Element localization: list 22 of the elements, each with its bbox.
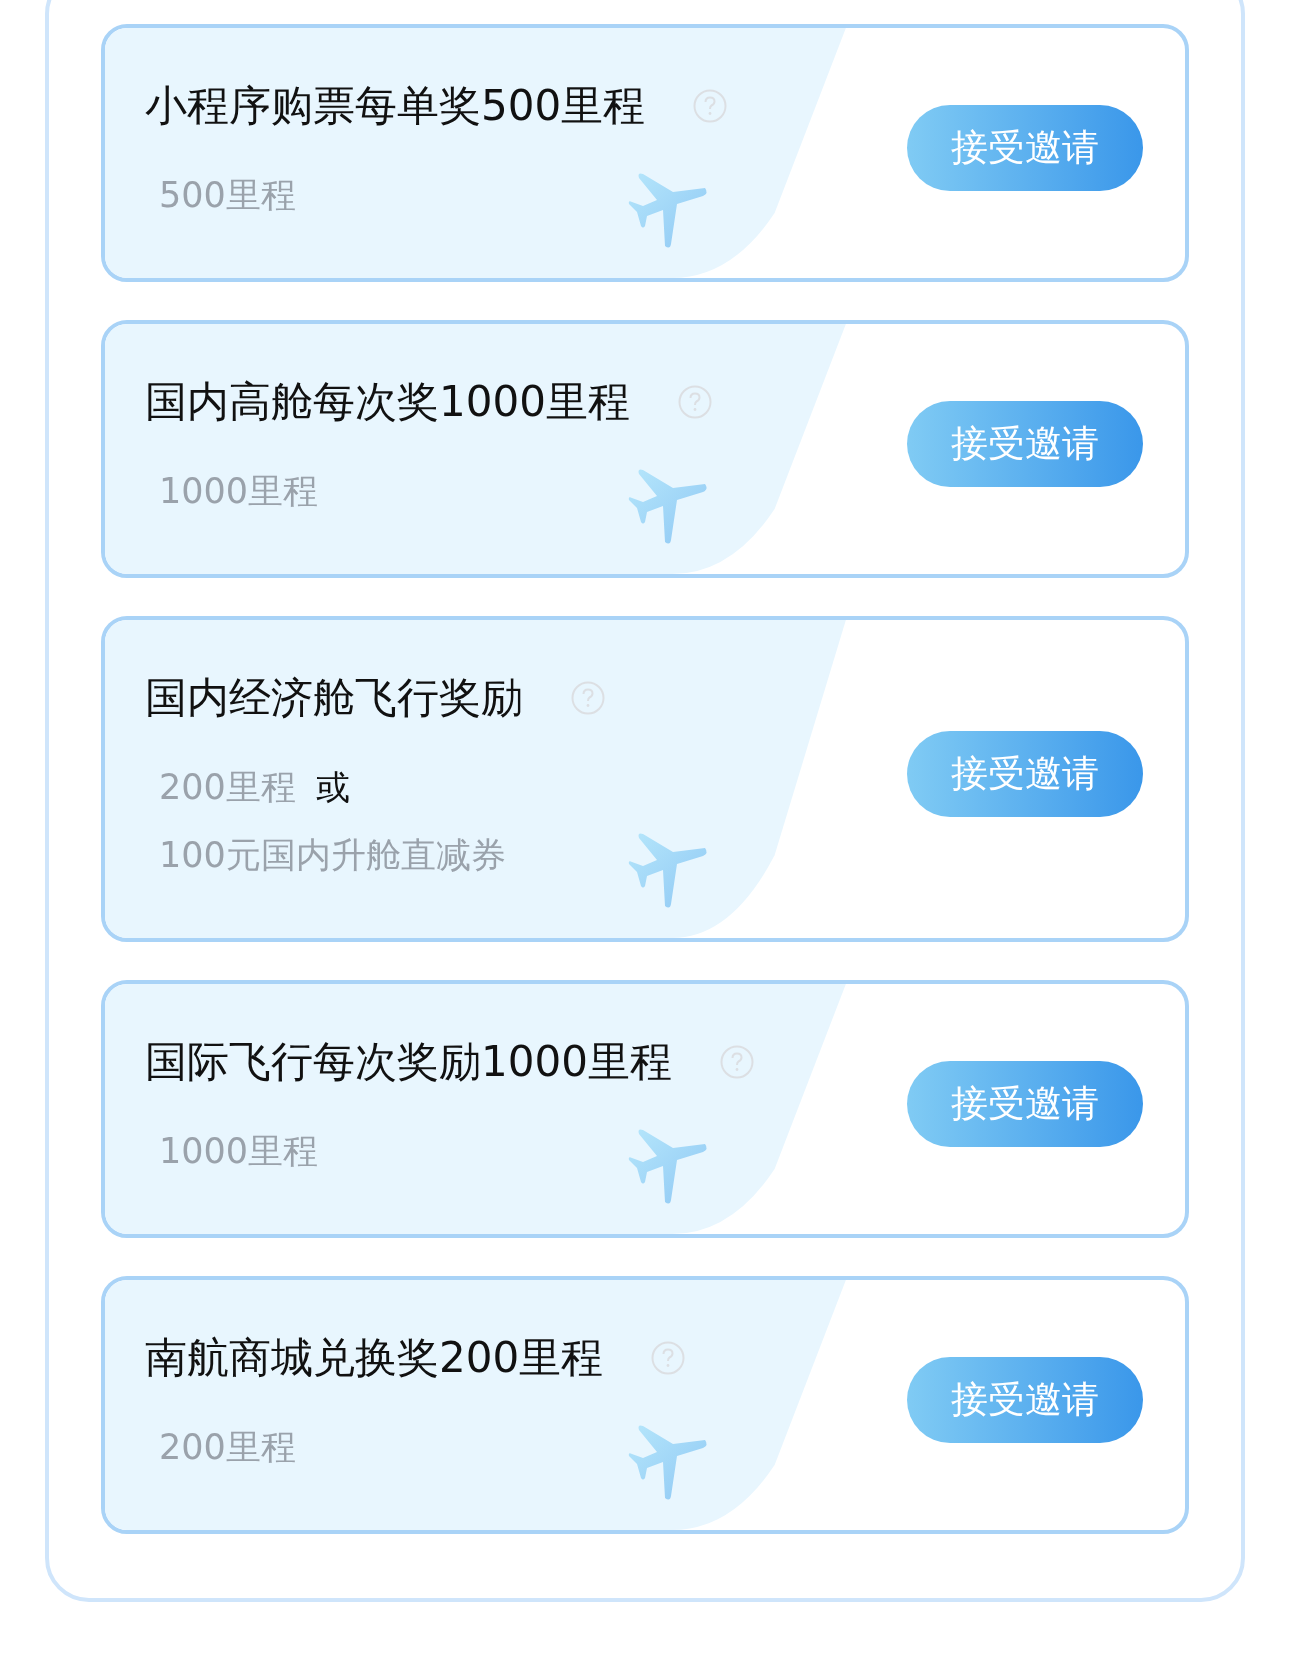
- or-text: 或: [315, 766, 350, 809]
- help-icon[interactable]: [693, 89, 728, 123]
- task-title: 国内经济舱飞行奖励: [145, 672, 523, 724]
- accept-invitation-button[interactable]: 接受邀请: [907, 401, 1143, 487]
- accept-invitation-button[interactable]: 接受邀请: [907, 731, 1143, 817]
- task-title: 国内高舱每次奖1000里程: [145, 376, 630, 428]
- task-title: 小程序购票每单奖500里程: [145, 80, 646, 132]
- help-icon[interactable]: [651, 1341, 686, 1375]
- reward-text: 500里程: [159, 174, 296, 217]
- reward-text: 100元国内升舱直减券: [159, 834, 506, 877]
- reward-text: 200里程: [159, 1426, 296, 1469]
- help-icon[interactable]: [719, 1045, 754, 1079]
- reward-text: 1000里程: [159, 1130, 319, 1173]
- task-title: 南航商城兑换奖200里程: [145, 1332, 604, 1384]
- help-icon[interactable]: [677, 385, 712, 419]
- accept-invitation-button[interactable]: 接受邀请: [907, 105, 1143, 191]
- accept-invitation-button[interactable]: 接受邀请: [907, 1357, 1143, 1443]
- reward-text: 200里程: [159, 766, 296, 809]
- help-icon[interactable]: [571, 681, 605, 715]
- accept-invitation-button[interactable]: 接受邀请: [907, 1061, 1143, 1147]
- task-title: 国际飞行每次奖励1000里程: [145, 1036, 672, 1088]
- reward-text: 1000里程: [159, 470, 319, 513]
